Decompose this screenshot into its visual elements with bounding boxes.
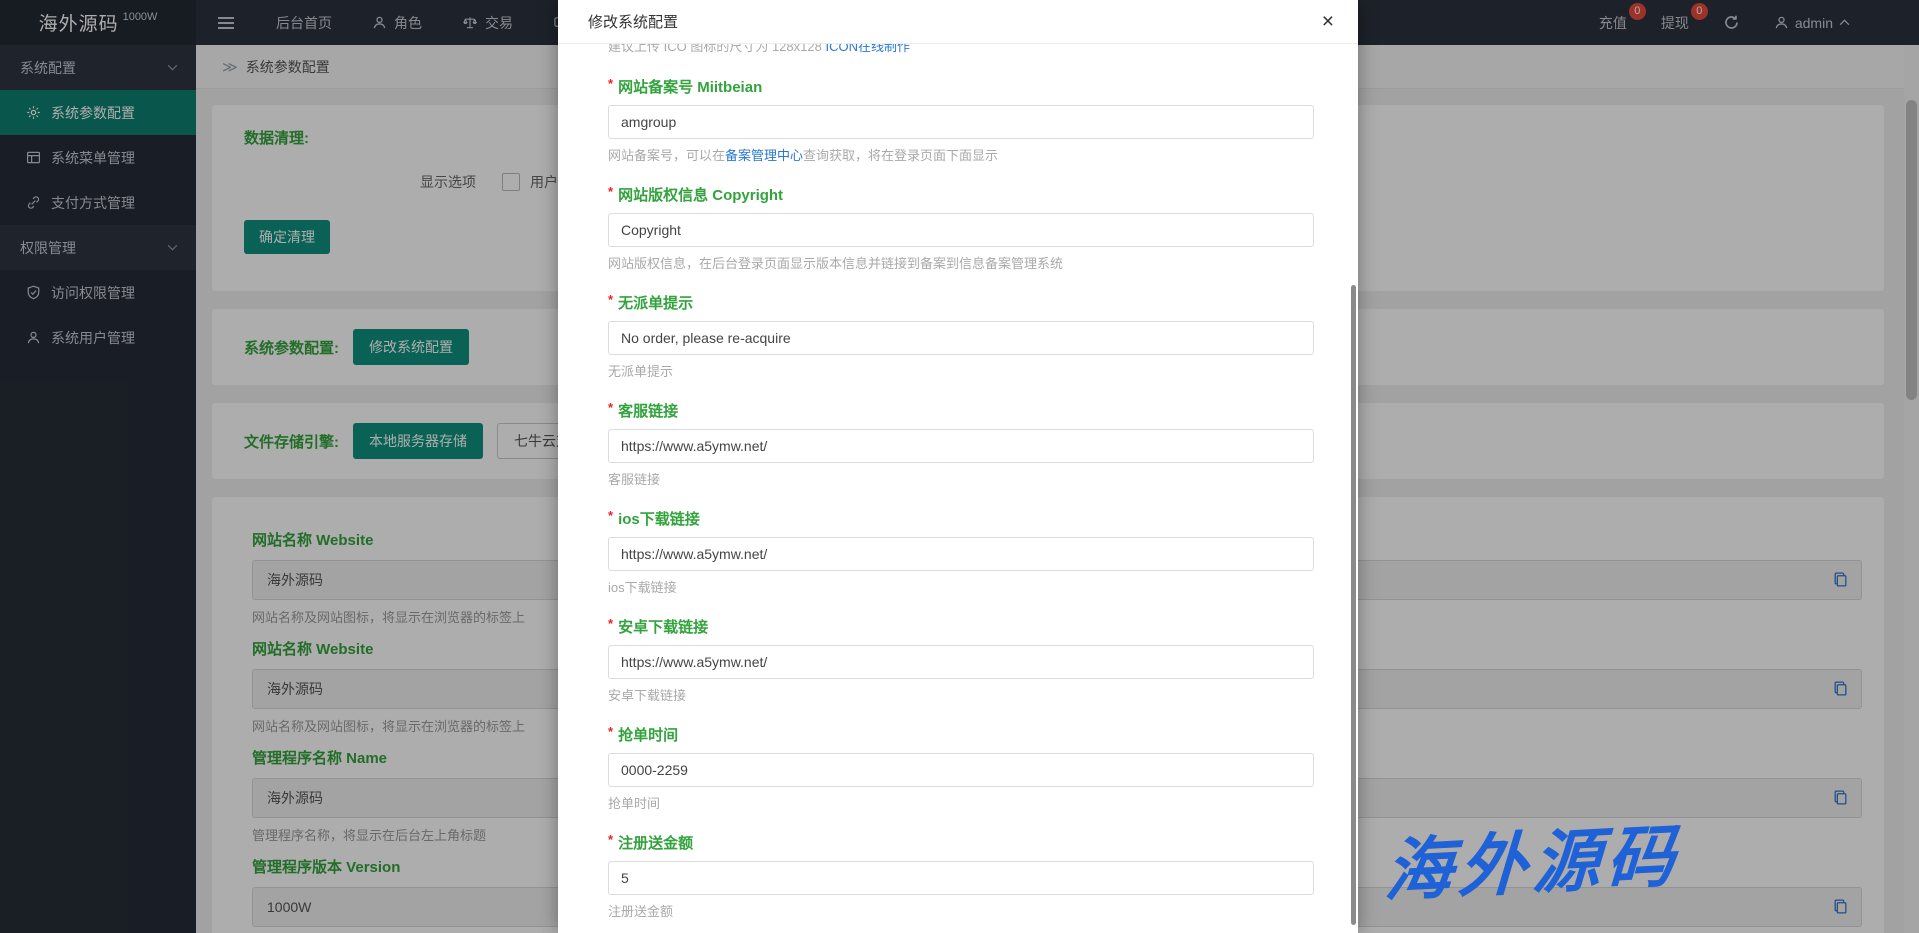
hint-text: 查询获取，将在登录页面下面显示 — [803, 148, 998, 163]
modal-field-copyright: * 网站版权信息 Copyright 网站版权信息，在后台登录页面显示版本信息并链… — [608, 182, 1314, 272]
miitbeian-input[interactable] — [608, 105, 1314, 139]
field-label: 注册送金额 — [618, 835, 693, 852]
modal-field-no-order-tip: * 无派单提示 无派单提示 — [608, 290, 1314, 380]
field-hint: 注册送金额 — [608, 903, 1314, 920]
close-icon[interactable]: × — [1322, 11, 1334, 32]
required-mark: * — [608, 184, 613, 199]
modal-field-android-link: * 安卓下载链接 安卓下载链接 — [608, 614, 1314, 704]
field-hint: 安卓下载链接 — [608, 687, 1314, 704]
watermark-text: 海外源码 — [1383, 800, 1684, 915]
register-bonus-input[interactable] — [608, 861, 1314, 895]
field-hint: 网站版权信息，在后台登录页面显示版本信息并链接到备案到信息备案管理系统 — [608, 255, 1314, 272]
modal-body: 建议上传 ICO 图标的尺寸为 128x128 ICON在线制作 * 网站备案号 … — [558, 44, 1358, 933]
grab-time-input[interactable] — [608, 753, 1314, 787]
modal-field-grab-time: * 抢单时间 抢单时间 — [608, 722, 1314, 812]
required-mark: * — [608, 724, 613, 739]
modal-header: 修改系统配置 × — [558, 0, 1358, 44]
field-hint: 无派单提示 — [608, 363, 1314, 380]
modify-config-modal: 修改系统配置 × 建议上传 ICO 图标的尺寸为 128x128 ICON在线制… — [558, 0, 1358, 933]
ios-link-input[interactable] — [608, 537, 1314, 571]
hint-text: 网站备案号，可以在 — [608, 148, 725, 163]
android-link-input[interactable] — [608, 645, 1314, 679]
required-mark: * — [608, 400, 613, 415]
beian-center-link[interactable]: 备案管理中心 — [725, 148, 803, 163]
modal-title: 修改系统配置 — [588, 11, 678, 32]
field-hint: 抢单时间 — [608, 795, 1314, 812]
screen: 海外源码 1000W 后台首页 角色 交易 充值 0 — [0, 0, 1919, 933]
field-hint: ios下载链接 — [608, 579, 1314, 596]
field-hint: 客服链接 — [608, 471, 1314, 488]
field-label: 网站版权信息 Copyright — [618, 187, 783, 204]
required-mark: * — [608, 832, 613, 847]
field-hint: 网站备案号，可以在备案管理中心查询获取，将在登录页面下面显示 — [608, 147, 1314, 164]
modal-field-ios-link: * ios下载链接 ios下载链接 — [608, 506, 1314, 596]
required-mark: * — [608, 616, 613, 631]
modal-field-miitbeian: * 网站备案号 Miitbeian 网站备案号，可以在备案管理中心查询获取，将在登… — [608, 74, 1314, 164]
hint-text: 建议上传 ICO 图标的尺寸为 128x128 — [608, 44, 825, 54]
required-mark: * — [608, 76, 613, 91]
favicon-hint-clipped: 建议上传 ICO 图标的尺寸为 128x128 ICON在线制作 — [608, 44, 1314, 56]
field-label: ios下载链接 — [618, 511, 700, 528]
modal-scrollbar-thumb[interactable] — [1351, 285, 1356, 925]
field-label: 安卓下载链接 — [618, 619, 708, 636]
service-link-input[interactable] — [608, 429, 1314, 463]
copyright-input[interactable] — [608, 213, 1314, 247]
field-label: 无派单提示 — [618, 295, 693, 312]
field-label: 抢单时间 — [618, 727, 678, 744]
modal-field-service-link: * 客服链接 客服链接 — [608, 398, 1314, 488]
field-label: 客服链接 — [618, 403, 678, 420]
field-label: 网站备案号 Miitbeian — [618, 79, 762, 96]
no-order-tip-input[interactable] — [608, 321, 1314, 355]
modal-field-register-bonus: * 注册送金额 注册送金额 — [608, 830, 1314, 920]
icon-maker-link[interactable]: ICON在线制作 — [825, 44, 910, 54]
required-mark: * — [608, 508, 613, 523]
required-mark: * — [608, 292, 613, 307]
